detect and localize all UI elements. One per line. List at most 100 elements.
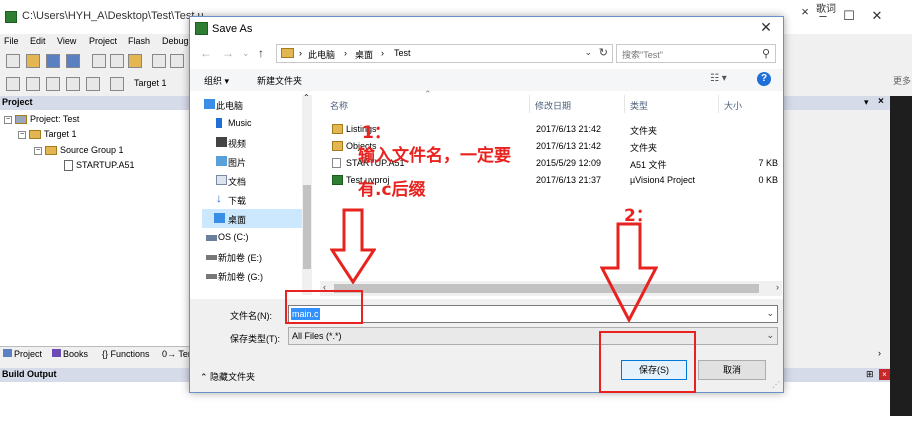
nav-item-desktop[interactable]: 桌面	[202, 209, 312, 228]
batch-build-icon[interactable]	[66, 77, 80, 91]
search-input[interactable]: 搜索"Test" ⚲	[616, 44, 776, 63]
menu-edit[interactable]: Edit	[30, 36, 46, 46]
chevron-down-icon[interactable]: ⌄	[766, 330, 774, 341]
chevron-down-icon[interactable]: ⌄	[584, 47, 592, 58]
nav-item-pictures[interactable]: 图片	[214, 152, 312, 171]
collapse-icon[interactable]: −	[18, 130, 26, 139]
menu-file[interactable]: File	[4, 36, 19, 46]
redo-icon[interactable]	[170, 54, 184, 68]
tree-target[interactable]: − Target 1	[18, 129, 77, 140]
column-date[interactable]: 修改日期	[535, 99, 571, 112]
undo-icon[interactable]	[152, 54, 166, 68]
recent-dropdown-icon[interactable]: ⌄	[242, 48, 250, 59]
target-select[interactable]: Target 1	[134, 78, 167, 88]
minimize-icon[interactable]: –	[810, 8, 836, 28]
view-options-icon[interactable]: ☷ ▾	[710, 73, 727, 84]
horizontal-scrollbar[interactable]: ‹ ›	[320, 281, 782, 296]
translate-icon[interactable]	[6, 77, 20, 91]
column-type[interactable]: 类型	[630, 99, 648, 112]
file-date: 2017/6/13 21:37	[536, 175, 602, 185]
maximize-icon[interactable]: ☐	[836, 8, 862, 28]
save-icon[interactable]	[46, 54, 60, 68]
filetype-select[interactable]: All Files (*.*) ⌄	[288, 327, 778, 345]
chevron-down-icon[interactable]: ⌄	[766, 308, 774, 319]
build-icon[interactable]	[26, 77, 40, 91]
column-divider[interactable]	[529, 95, 530, 113]
nav-item-videos[interactable]: 视频	[214, 133, 312, 152]
close-icon[interactable]: ✕	[755, 19, 777, 39]
menu-project[interactable]: Project	[89, 36, 117, 46]
refresh-icon[interactable]: ↻	[599, 46, 608, 59]
nav-scrollbar[interactable]: ⌃	[302, 93, 312, 295]
uvision-project-icon	[332, 175, 343, 185]
menu-debug[interactable]: Debug	[162, 36, 189, 46]
cut-icon[interactable]	[92, 54, 106, 68]
tab-functions[interactable]: {} Functions	[102, 349, 150, 359]
address-bar[interactable]: › 此电脑 › 桌面 › Test ⌄ ↻	[276, 44, 613, 63]
file-date: 2017/6/13 21:42	[536, 141, 602, 151]
tab-books[interactable]: Books	[52, 349, 88, 359]
breadcrumb-desktop[interactable]: 桌面	[355, 48, 373, 61]
save-all-icon[interactable]	[66, 54, 80, 68]
pin-icon[interactable]: ⊞	[866, 369, 874, 380]
tab-project[interactable]: Project	[3, 349, 42, 359]
paste-icon[interactable]	[128, 54, 142, 68]
scroll-right-icon[interactable]: ›	[878, 348, 881, 358]
file-size: 7 KB	[758, 158, 778, 168]
scrollbar-thumb[interactable]	[334, 284, 759, 293]
up-arrow-icon[interactable]: ↑	[258, 46, 264, 60]
nav-item-documents[interactable]: 文档	[214, 171, 312, 190]
toolbar-main	[0, 52, 195, 72]
open-folder-icon[interactable]	[26, 54, 40, 68]
organize-button[interactable]: 组织 ▾	[204, 74, 229, 87]
breadcrumb-test[interactable]: Test	[394, 48, 411, 58]
resize-grip-icon[interactable]: ⋰	[772, 380, 780, 389]
nav-item-drive-g[interactable]: 新加卷 (G:)	[204, 266, 312, 285]
nav-item-drive-c[interactable]: OS (C:)	[204, 228, 312, 247]
nav-item-music[interactable]: Music	[214, 114, 312, 133]
annotation-step1-number: 1：	[362, 123, 391, 143]
rebuild-icon[interactable]	[46, 77, 60, 91]
close-panel-icon[interactable]: ×	[879, 369, 890, 380]
tab-templates[interactable]: 0→ Ter	[162, 349, 191, 359]
new-folder-button[interactable]: 新建文件夹	[257, 74, 302, 87]
hide-folders-toggle[interactable]: ⌃ 隐藏文件夹	[200, 370, 255, 383]
tree-project[interactable]: − Project: Test	[4, 114, 79, 125]
collapse-icon[interactable]: −	[34, 146, 42, 155]
tree-file[interactable]: STARTUP.A51	[64, 160, 135, 172]
menu-view[interactable]: View	[57, 36, 76, 46]
column-divider[interactable]	[624, 95, 625, 113]
collapse-icon[interactable]: −	[4, 115, 12, 124]
scroll-right-icon[interactable]: ›	[776, 282, 779, 292]
chevron-right-icon[interactable]: ›	[299, 48, 302, 58]
download-icon[interactable]	[110, 77, 124, 91]
chevron-right-icon[interactable]: ›	[344, 48, 347, 58]
file-icon	[332, 158, 341, 168]
new-file-icon[interactable]	[6, 54, 20, 68]
menu-flash[interactable]: Flash	[128, 36, 150, 46]
tree-group[interactable]: − Source Group 1	[34, 145, 124, 156]
drive-icon	[206, 255, 217, 260]
column-name[interactable]: 名称	[330, 99, 348, 112]
scrollbar-thumb[interactable]	[303, 185, 311, 269]
back-arrow-icon[interactable]: ←	[200, 46, 212, 60]
background-app	[890, 96, 912, 416]
nav-item-this-pc[interactable]: 此电脑	[202, 95, 310, 114]
stop-build-icon[interactable]	[86, 77, 100, 91]
chevron-right-icon[interactable]: ›	[381, 48, 384, 58]
dropdown-icon[interactable]: ▾	[864, 97, 869, 108]
close-editor-icon[interactable]: ×	[878, 96, 884, 107]
column-size[interactable]: 大小	[724, 99, 742, 112]
nav-item-drive-e[interactable]: 新加卷 (E:)	[204, 247, 312, 266]
copy-icon[interactable]	[110, 54, 124, 68]
breadcrumb-this-pc[interactable]: 此电脑	[308, 48, 335, 61]
nav-item-downloads[interactable]: ↓ 下载	[214, 190, 312, 209]
help-icon[interactable]: ?	[757, 72, 771, 86]
command-bar: 组织 ▾ 新建文件夹 ☷ ▾ ?	[190, 69, 783, 91]
column-divider[interactable]	[718, 95, 719, 113]
close-window-icon[interactable]: ✕	[864, 8, 890, 28]
forward-arrow-icon[interactable]: →	[222, 46, 234, 60]
cancel-button[interactable]: 取消	[698, 360, 766, 380]
file-type: µVision4 Project	[630, 175, 696, 185]
scroll-up-icon[interactable]: ⌃	[303, 93, 310, 102]
